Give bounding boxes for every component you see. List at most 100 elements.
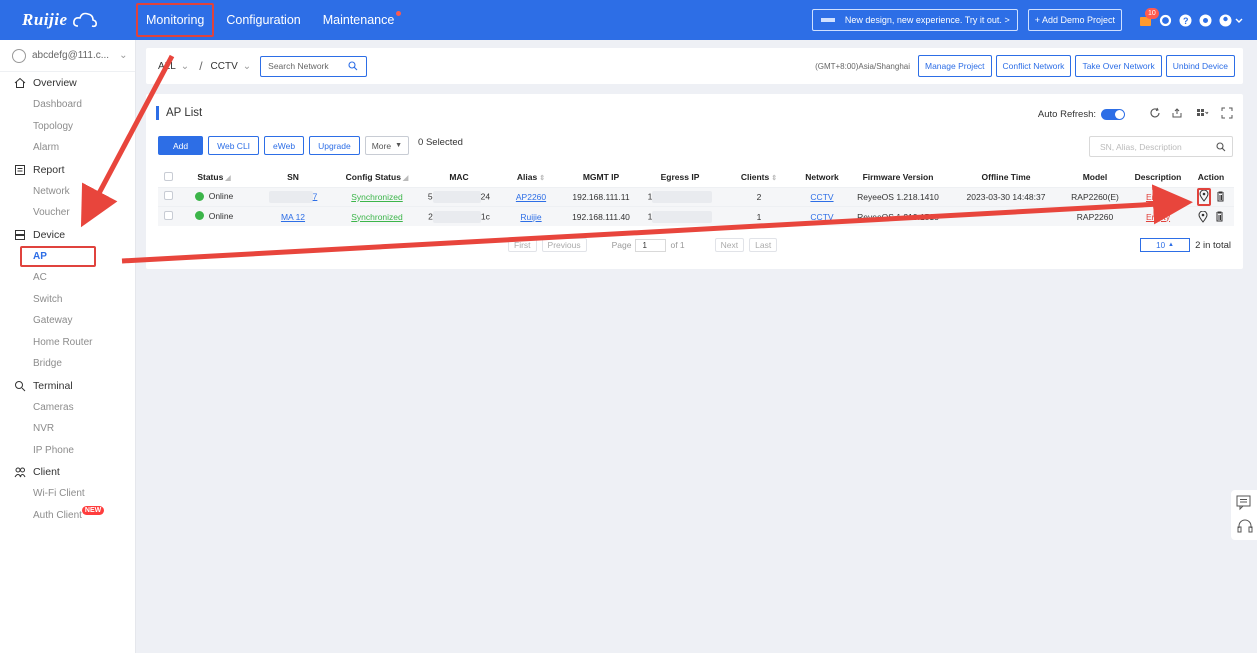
- sidebar-section-label: Device: [33, 228, 66, 241]
- last-page-button[interactable]: Last: [749, 238, 778, 252]
- config-status-link[interactable]: Synchronized: [351, 192, 403, 202]
- sidebar-section-terminal[interactable]: Terminal: [0, 375, 135, 397]
- sidebar-section-report[interactable]: Report: [0, 159, 135, 181]
- sidebar-section-overview[interactable]: Overview: [0, 72, 135, 94]
- sidebar-item-ac[interactable]: AC: [0, 267, 135, 289]
- description-link[interactable]: Empty: [1146, 192, 1170, 202]
- description-link[interactable]: Empty: [1146, 212, 1170, 222]
- chevron-down-icon[interactable]: [1235, 14, 1243, 27]
- page-number-input[interactable]: 1: [635, 238, 667, 252]
- ruijie-logo[interactable]: Ruijie: [0, 0, 130, 40]
- sidebar-item-nvr[interactable]: NVR: [0, 418, 135, 440]
- row-checkbox[interactable]: [163, 211, 173, 220]
- user-icon[interactable]: [1219, 14, 1232, 27]
- trash-icon[interactable]: [1215, 211, 1224, 222]
- sidebar-section-device[interactable]: Device: [0, 224, 135, 246]
- col-config-status[interactable]: Config Status ◢: [336, 168, 418, 187]
- config-cell: Synchronized: [336, 186, 418, 207]
- sidebar-item-ip-phone[interactable]: IP Phone: [0, 440, 135, 462]
- previous-page-button[interactable]: Previous: [541, 238, 587, 252]
- sidebar-item-bridge[interactable]: Bridge: [0, 353, 135, 375]
- sidebar-item-wifi-client[interactable]: Wi-Fi Client: [0, 483, 135, 505]
- status-online: Online: [194, 191, 233, 201]
- conflict-network-button[interactable]: Conflict Network: [995, 55, 1072, 77]
- notification-icon[interactable]: 10: [1139, 7, 1159, 27]
- chevron-down-icon: ⌄: [119, 50, 128, 61]
- sidebar-item-network[interactable]: Network: [0, 181, 135, 203]
- tab-monitoring[interactable]: Monitoring: [136, 3, 215, 37]
- refresh-icon[interactable]: [1149, 107, 1161, 119]
- sidebar-item-alarm[interactable]: Alarm: [0, 137, 135, 159]
- sidebar-item-voucher[interactable]: Voucher: [0, 202, 135, 224]
- take-over-network-button[interactable]: Take Over Network: [1075, 55, 1162, 77]
- location-pin-icon[interactable]: [1198, 210, 1208, 223]
- col-status[interactable]: Status ◢: [178, 168, 250, 187]
- column-settings-icon[interactable]: [1193, 107, 1211, 119]
- filter-icon[interactable]: ◢: [225, 175, 230, 182]
- action-cell: [1188, 186, 1234, 207]
- network-link[interactable]: CCTV: [810, 212, 833, 222]
- sort-icon[interactable]: ⇕: [539, 175, 545, 182]
- new-design-banner-button[interactable]: New design, new experience. Try it out. …: [811, 9, 1018, 31]
- filter-icon[interactable]: ◢: [403, 175, 408, 182]
- sidebar-item-switch[interactable]: Switch: [0, 289, 135, 311]
- sidebar-item-ap[interactable]: AP: [20, 245, 96, 267]
- headset-icon[interactable]: [1237, 518, 1253, 534]
- total-count: 2 in total: [1195, 239, 1231, 251]
- fullscreen-icon[interactable]: [1221, 107, 1233, 119]
- sidebar-item-gateway[interactable]: Gateway: [0, 310, 135, 332]
- web-cli-button[interactable]: Web CLI: [208, 136, 260, 155]
- manage-project-button[interactable]: Manage Project: [918, 55, 992, 77]
- network-link[interactable]: CCTV: [810, 192, 833, 202]
- col-alias[interactable]: Alias ⇕: [500, 168, 562, 187]
- search-icon[interactable]: [348, 61, 358, 71]
- sidebar-item-topology[interactable]: Topology: [0, 116, 135, 138]
- more-dropdown[interactable]: More ▼: [364, 136, 410, 155]
- gear-icon[interactable]: [1159, 14, 1172, 27]
- tab-maintenance[interactable]: Maintenance: [323, 11, 402, 27]
- unbind-device-button[interactable]: Unbind Device: [1165, 55, 1235, 77]
- alias-link[interactable]: Ruijie: [520, 212, 541, 222]
- row-select-cell: [158, 186, 178, 207]
- eweb-button[interactable]: eWeb: [264, 136, 305, 155]
- config-status-link[interactable]: Synchronized: [351, 212, 403, 222]
- sort-icon[interactable]: ⇕: [771, 175, 777, 182]
- ap-list-panel: AP List Auto Refresh: SN, Alias, Descrip…: [146, 94, 1243, 269]
- help-icon[interactable]: ?: [1179, 14, 1192, 27]
- first-page-button[interactable]: First: [508, 238, 537, 252]
- selected-count: 0 Selected: [418, 137, 463, 148]
- table-search-input[interactable]: SN, Alias, Description: [1089, 136, 1233, 157]
- trash-icon[interactable]: [1216, 191, 1225, 202]
- sidebar-item-cameras[interactable]: Cameras: [0, 397, 135, 419]
- sn-link[interactable]: MA 12: [281, 212, 305, 222]
- page-size-select[interactable]: 10 ▲: [1140, 238, 1191, 252]
- search-network-input[interactable]: Search Network: [260, 55, 368, 77]
- sidebar-section-label: Terminal: [33, 379, 73, 392]
- export-icon[interactable]: [1171, 107, 1183, 119]
- row-checkbox[interactable]: [163, 191, 173, 201]
- add-demo-project-button[interactable]: + Add Demo Project: [1027, 9, 1122, 31]
- chat-icon[interactable]: [1236, 495, 1254, 511]
- sidebar-item-home-router[interactable]: Home Router: [0, 332, 135, 354]
- select-all-checkbox[interactable]: [163, 171, 173, 181]
- account-switcher[interactable]: abcdefg@111.c... ⌄: [0, 40, 135, 72]
- sidebar-item-dashboard[interactable]: Dashboard: [0, 94, 135, 116]
- sidebar-item-auth-client[interactable]: Auth Client NEW: [0, 505, 135, 527]
- network-selector[interactable]: CCTV ⌄: [211, 61, 252, 72]
- globe-icon[interactable]: [1199, 14, 1212, 27]
- upgrade-button[interactable]: Upgrade: [309, 136, 360, 155]
- cloud-icon: [72, 12, 97, 28]
- location-pin-button[interactable]: [1196, 187, 1211, 206]
- terminal-icon: [15, 380, 26, 391]
- col-clients[interactable]: Clients ⇕: [720, 168, 798, 187]
- auto-refresh-toggle[interactable]: [1101, 109, 1125, 120]
- add-button[interactable]: Add: [158, 136, 204, 155]
- search-icon[interactable]: [1216, 141, 1226, 152]
- project-selector[interactable]: ALL ⌄: [158, 61, 189, 72]
- auto-refresh-label: Auto Refresh:: [1037, 109, 1096, 120]
- next-page-button[interactable]: Next: [714, 238, 745, 252]
- sidebar-section-client[interactable]: Client: [0, 461, 135, 483]
- tab-configuration[interactable]: Configuration: [226, 13, 300, 27]
- sn-link[interactable]: 7: [313, 191, 318, 201]
- alias-link[interactable]: AP2260: [516, 192, 546, 202]
